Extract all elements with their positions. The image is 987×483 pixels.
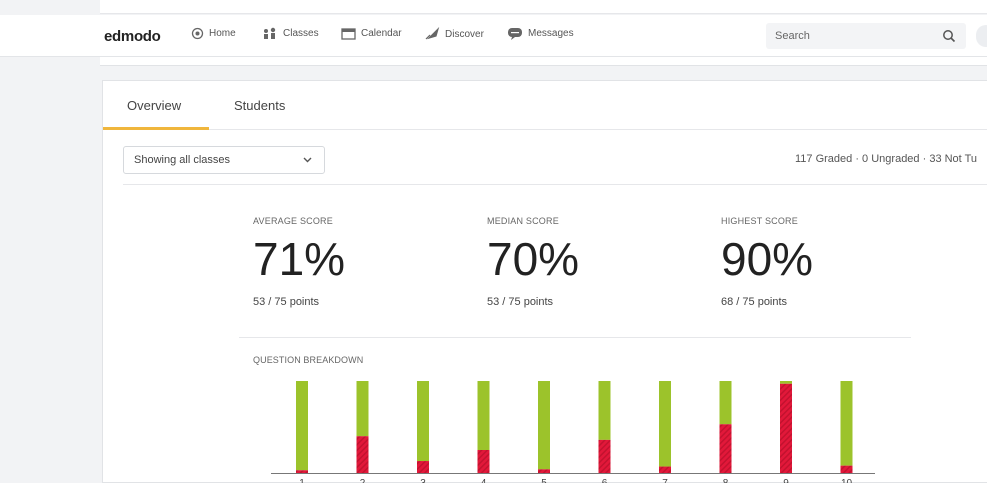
search-icon[interactable] — [942, 29, 956, 43]
bar-correct-q10[interactable] — [840, 381, 853, 466]
bar-incorrect-q5[interactable] — [538, 469, 550, 473]
calendar-icon — [341, 28, 356, 40]
tick-label-q5: 5 — [541, 478, 547, 483]
nav-discover-label: Discover — [445, 28, 484, 40]
search-placeholder: Search — [775, 30, 810, 42]
home-icon — [191, 27, 204, 40]
navbar: edmodo Home Classes Calendar Discover Me… — [0, 15, 987, 57]
nav-messages-label: Messages — [528, 28, 574, 39]
bar-incorrect-q9[interactable] — [780, 383, 792, 473]
bar-correct-q6[interactable] — [598, 381, 611, 440]
bar-incorrect-q3[interactable] — [417, 461, 429, 473]
tick-label-q7: 7 — [662, 478, 668, 483]
nav-home[interactable]: Home — [191, 27, 236, 40]
top-card-edge — [100, 57, 987, 66]
bar-correct-q9[interactable] — [780, 381, 792, 384]
left-gutter — [0, 0, 100, 483]
top-strip — [100, 0, 987, 14]
messages-icon — [508, 28, 522, 40]
bar-incorrect-q8[interactable] — [719, 424, 732, 473]
bar-incorrect-q4[interactable] — [477, 450, 490, 473]
tick-label-q2: 2 — [360, 478, 366, 483]
bar-correct-q2[interactable] — [356, 381, 369, 437]
bar-correct-q4[interactable] — [477, 381, 490, 450]
search-input[interactable]: Search — [766, 23, 966, 49]
classes-icon — [264, 27, 276, 39]
tick-label-q3: 3 — [420, 478, 426, 483]
tick-label-q1: 1 — [299, 478, 305, 483]
tick-label-q6: 6 — [602, 478, 608, 483]
bar-incorrect-q6[interactable] — [598, 439, 611, 473]
nav-messages[interactable]: Messages — [507, 27, 574, 40]
bar-correct-q5[interactable] — [538, 381, 550, 470]
tick-label-q4: 4 — [481, 478, 487, 483]
bar-correct-q8[interactable] — [719, 381, 732, 425]
nav-classes[interactable]: Classes — [262, 27, 319, 40]
bar-incorrect-q2[interactable] — [356, 436, 369, 473]
bar-correct-q7[interactable] — [659, 381, 671, 467]
discover-icon — [425, 27, 440, 40]
assignment-overview-card: Overview Students Showing all classes 11… — [102, 80, 987, 483]
nav-classes-label: Classes — [283, 28, 319, 39]
edmodo-logo[interactable]: edmodo — [104, 28, 161, 45]
bar-correct-q1[interactable] — [296, 381, 308, 471]
nav-calendar[interactable]: Calendar — [341, 27, 402, 40]
question-breakdown-chart: 1 2 3 4 5 6 7 8 9 10 — [271, 381, 875, 483]
bar-incorrect-q10[interactable] — [840, 465, 853, 473]
tick-label-q9: 9 — [783, 478, 789, 483]
nav-discover[interactable]: Discover — [424, 27, 484, 41]
nav-calendar-label: Calendar — [361, 28, 402, 39]
tick-label-q8: 8 — [723, 478, 729, 483]
bar-incorrect-q7[interactable] — [659, 466, 671, 473]
avatar[interactable] — [976, 25, 987, 47]
tick-label-q10: 10 — [841, 478, 853, 483]
nav-home-label: Home — [209, 28, 236, 39]
bar-incorrect-q1[interactable] — [296, 470, 308, 473]
bar-correct-q3[interactable] — [417, 381, 429, 462]
